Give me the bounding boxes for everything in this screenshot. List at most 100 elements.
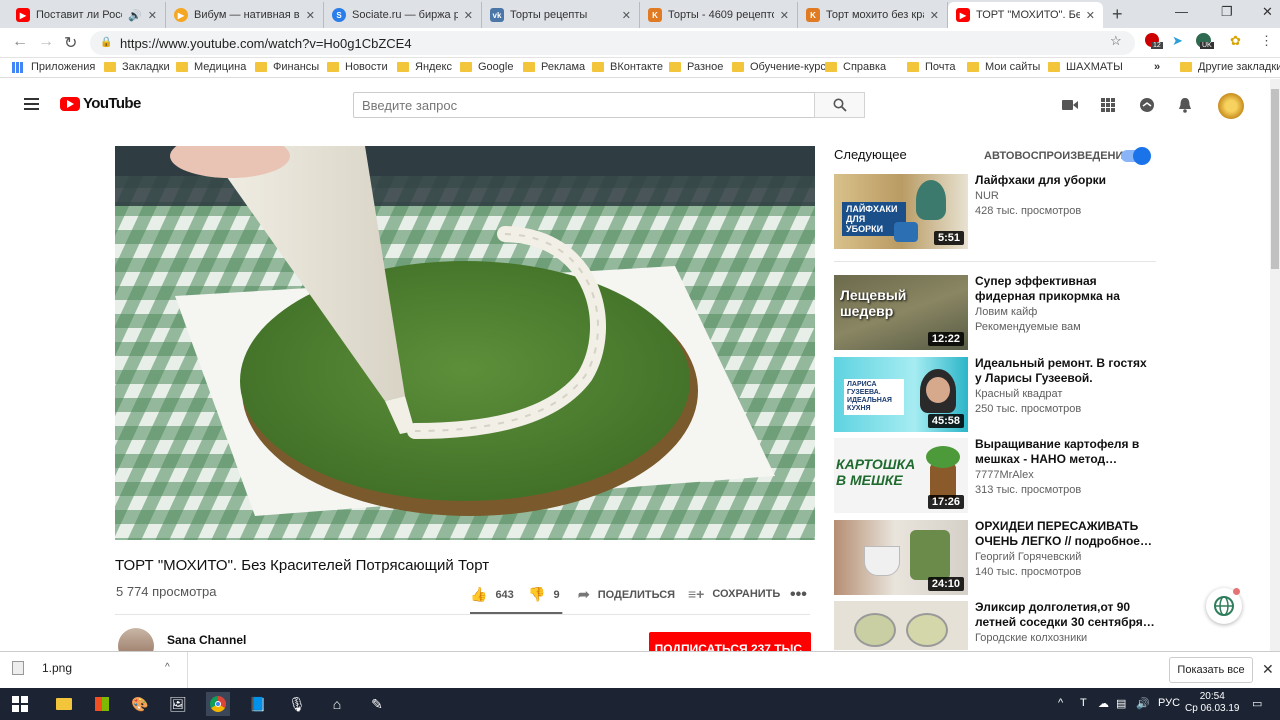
bookmark-folder[interactable]: Финансы (255, 61, 319, 73)
audio-icon[interactable]: 🔊 (128, 9, 142, 22)
bookmark-folder[interactable]: Яндекс (397, 61, 452, 73)
browser-tab[interactable]: K Торт мохито без красит ✕ (798, 2, 948, 28)
channel-name[interactable]: Городские колхозники (975, 632, 1087, 644)
bookmark-folder[interactable]: ВКонтакте (592, 61, 663, 73)
bookmark-folder[interactable]: Разное (669, 61, 723, 73)
bookmark-folder[interactable]: Google (460, 61, 513, 73)
hamburger-menu-icon[interactable] (24, 98, 39, 110)
page-scrollbar[interactable] (1270, 79, 1280, 651)
chrome-icon[interactable] (206, 692, 230, 716)
video-thumbnail[interactable]: 24:10 (834, 520, 968, 595)
tab-close-icon[interactable]: ✕ (464, 9, 473, 22)
bookmark-folder[interactable]: Медицина (176, 61, 246, 73)
clock[interactable]: 20:54 Ср 06.03.19 (1185, 691, 1240, 715)
browser-tab[interactable]: ▶ Поставит ли Россия 🔊 ✕ (8, 2, 166, 28)
tab-close-icon[interactable]: ✕ (148, 9, 157, 22)
tab-close-icon[interactable]: ✕ (780, 9, 789, 22)
video-title[interactable]: Супер эффективная фидерная прикормка на … (975, 274, 1156, 304)
app-icon[interactable]: 🎨 (128, 692, 152, 716)
tray-app-icon[interactable]: T (1080, 697, 1087, 709)
notifications-bell-icon[interactable] (1176, 96, 1194, 114)
search-input[interactable]: Введите запрос (353, 92, 815, 118)
reload-icon[interactable]: ↻ (64, 33, 77, 53)
app-icon[interactable]: 🖼 (166, 692, 190, 716)
share-button[interactable]: ➦ ПОДЕЛИТЬСЯ (578, 586, 675, 603)
close-window-icon[interactable]: ✕ (1262, 4, 1273, 20)
video-title[interactable]: Выращивание картофеля в мешках - НАНО ме… (975, 437, 1156, 467)
video-thumbnail[interactable]: КАРТОШКА В МЕШКЕ 17:26 (834, 438, 968, 513)
app-icon[interactable]: ⌂ (325, 692, 349, 716)
recommendation-item[interactable]: 24:10 ОРХИДЕИ ПЕРЕСАЖИВАТЬ ОЧЕНЬ ЛЕГКО /… (834, 519, 1156, 600)
other-bookmarks[interactable]: Другие закладки (1180, 61, 1280, 73)
notifications-icon[interactable]: ▭ (1252, 697, 1262, 710)
show-all-button[interactable]: Показать все (1169, 657, 1253, 683)
dislike-button[interactable]: 👎 9 (528, 586, 560, 603)
autoplay-toggle[interactable] (1121, 147, 1151, 165)
tab-close-icon[interactable]: ✕ (1086, 9, 1095, 22)
bookmark-folder[interactable]: Мои сайты (967, 61, 1040, 73)
tab-close-icon[interactable]: ✕ (306, 9, 315, 22)
channel-name[interactable]: Красный квадрат (975, 388, 1062, 400)
bookmark-folder[interactable]: Новости (327, 61, 388, 73)
recommendation-item[interactable]: Лещевый шедевр 12:22 Супер эффективная ф… (834, 274, 1156, 355)
recommendation-item[interactable]: ЛАРИСА ГУЗЕЕВА. ИДЕАЛЬНАЯ КУХНЯ 45:58 Ид… (834, 356, 1156, 437)
app-icon[interactable]: 📘 (246, 692, 270, 716)
tab-close-icon[interactable]: ✕ (930, 9, 939, 22)
youtube-logo[interactable]: YouTube (60, 95, 141, 112)
save-button[interactable]: ≡+ СОХРАНИТЬ (688, 586, 780, 602)
account-avatar[interactable] (1218, 93, 1244, 119)
browser-tab-active[interactable]: ▶ ТОРТ "МОХИТО". Без К ✕ (948, 2, 1103, 28)
vpn-extension-icon[interactable]: UK (1196, 33, 1214, 51)
video-thumbnail[interactable]: ЛАРИСА ГУЗЕЕВА. ИДЕАЛЬНАЯ КУХНЯ 45:58 (834, 357, 968, 432)
bookmark-folder[interactable]: Справка (825, 61, 886, 73)
channel-name[interactable]: Sana Channel (167, 633, 246, 647)
channel-name[interactable]: Георгий Горячевский (975, 551, 1081, 563)
browser-tab[interactable]: vk Торты рецепты ✕ (482, 2, 640, 28)
create-video-icon[interactable] (1061, 96, 1079, 114)
apps-grid-icon[interactable] (1099, 96, 1117, 114)
translate-globe-button[interactable] (1206, 588, 1242, 624)
channel-name[interactable]: Ловим кайф (975, 306, 1037, 318)
download-item[interactable]: 1.png (12, 661, 72, 675)
tray-app-icon[interactable]: ☁ (1098, 697, 1109, 710)
minimize-icon[interactable]: — (1175, 4, 1188, 19)
channel-name[interactable]: NUR (975, 190, 999, 202)
bookmark-folder[interactable]: Реклама (523, 61, 585, 73)
bookmark-folder[interactable]: Обучение-курсы (732, 61, 834, 73)
channel-name[interactable]: 7777MrAlex (975, 469, 1034, 481)
video-title[interactable]: Лайфхаки для уборки (975, 173, 1156, 188)
browser-tab[interactable]: K Торты - 4609 рецептов ✕ (640, 2, 798, 28)
store-icon[interactable] (90, 692, 114, 716)
menu-dots-icon[interactable]: ⋮ (1260, 33, 1273, 49)
chevron-up-icon[interactable]: ^ (165, 662, 170, 673)
forward-icon[interactable]: → (38, 33, 54, 51)
app-icon[interactable]: ✎ (365, 692, 389, 716)
video-player[interactable] (115, 146, 815, 540)
address-bar[interactable]: 🔒 https://www.youtube.com/watch?v=Ho0g1C… (90, 31, 1135, 55)
volume-icon[interactable]: 🔊 (1136, 697, 1150, 710)
recommendation-item[interactable]: КАРТОШКА В МЕШКЕ 17:26 Выращивание карто… (834, 437, 1156, 518)
bookmark-folder[interactable]: Закладки (104, 61, 170, 73)
recommendation-item[interactable]: Эликсир долголетия,от 90 летней соседки … (834, 601, 1156, 650)
recommendation-item[interactable]: ЛАЙФХАКИ ДЛЯ УБОРКИ 5:51 Лайфхаки для уб… (834, 173, 1156, 254)
bookmark-star-icon[interactable]: ☆ (1110, 33, 1122, 49)
video-thumbnail[interactable]: Лещевый шедевр 12:22 (834, 275, 968, 350)
messages-icon[interactable] (1138, 96, 1156, 114)
extension-icon[interactable]: 12 (1145, 33, 1163, 50)
tab-close-icon[interactable]: ✕ (622, 9, 631, 22)
tray-chevron-icon[interactable]: ^ (1058, 697, 1063, 709)
more-actions-icon[interactable]: ••• (790, 586, 807, 604)
video-title[interactable]: ОРХИДЕИ ПЕРЕСАЖИВАТЬ ОЧЕНЬ ЛЕГКО // подр… (975, 519, 1156, 549)
video-title[interactable]: Идеальный ремонт. В гостях у Ларисы Гузе… (975, 356, 1156, 386)
video-thumbnail[interactable] (834, 601, 968, 650)
search-button[interactable] (814, 92, 865, 118)
file-explorer-icon[interactable] (52, 692, 76, 716)
bookmark-folder[interactable]: ШАХМАТЫ (1048, 61, 1123, 73)
microphone-icon[interactable]: 🎙 (285, 692, 309, 716)
back-icon[interactable]: ← (12, 33, 28, 51)
like-button[interactable]: 👍 643 (470, 586, 514, 603)
bookmark-apps[interactable]: Приложения (12, 61, 95, 73)
video-thumbnail[interactable]: ЛАЙФХАКИ ДЛЯ УБОРКИ 5:51 (834, 174, 968, 249)
language-indicator[interactable]: РУС (1158, 697, 1180, 709)
bookmarks-overflow[interactable]: » (1154, 61, 1160, 73)
